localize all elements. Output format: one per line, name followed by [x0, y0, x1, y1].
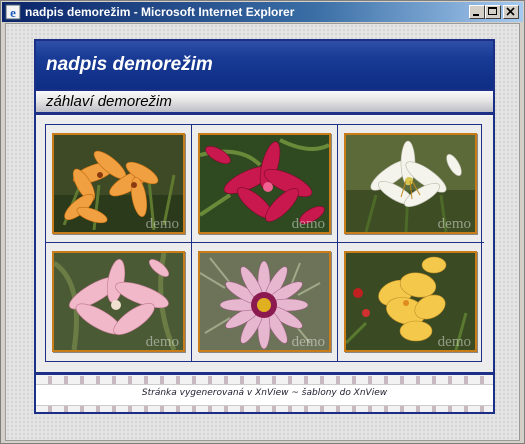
- footer-band: Stránka vygenerovaná v XnView ~ šablony …: [36, 384, 493, 406]
- svg-text:e: e: [10, 5, 16, 20]
- browser-window: e nadpis demorežim - Microsoft Internet …: [0, 0, 525, 444]
- window-title: nadpis demorežim - Microsoft Internet Ex…: [25, 5, 295, 19]
- internet-explorer-icon[interactable]: e: [5, 4, 21, 20]
- orange-lilies-image: demo: [54, 135, 183, 232]
- footer-text: Stránka vygenerovaná v XnView ~ šablony …: [141, 388, 388, 398]
- thumbnail-cell: demo: [192, 243, 338, 361]
- page-header: nadpis demorežim: [36, 41, 493, 89]
- close-icon: [506, 7, 515, 16]
- orange-lilies-thumbnail[interactable]: demo: [52, 133, 185, 234]
- watermark-text: demo: [146, 216, 179, 232]
- gazania-thumbnail[interactable]: demo: [198, 251, 331, 352]
- white-lily-thumbnail[interactable]: demo: [344, 133, 477, 234]
- page-subtitle: záhlaví demorežim: [46, 93, 172, 110]
- yellow-gladiolus-image: demo: [346, 253, 475, 350]
- yellow-gladiolus-thumbnail[interactable]: demo: [344, 251, 477, 352]
- thumbnail-cell: demo: [338, 125, 484, 243]
- gallery-page: nadpis demorežim záhlaví demorežim demo …: [34, 39, 495, 414]
- maximize-button[interactable]: [485, 5, 501, 19]
- white-lily-image: demo: [346, 135, 475, 232]
- thumbnail-grid: demo demo demo demo demo demo: [45, 124, 484, 362]
- page-subheader: záhlaví demorežim: [36, 89, 493, 115]
- title-bar[interactable]: e nadpis demorežim - Microsoft Internet …: [2, 2, 523, 22]
- page-viewport[interactable]: nadpis demorežim záhlaví demorežim demo …: [5, 23, 520, 441]
- pink-lily-thumbnail[interactable]: demo: [52, 251, 185, 352]
- red-lily-thumbnail[interactable]: demo: [198, 133, 331, 234]
- maximize-icon: [488, 7, 497, 15]
- thumbnail-area: demo demo demo demo demo demo: [36, 117, 493, 375]
- thumbnail-cell: demo: [46, 125, 192, 243]
- pink-lily-image: demo: [54, 253, 183, 350]
- page-title: nadpis demorežim: [46, 54, 213, 75]
- watermark-text: demo: [146, 334, 179, 350]
- thumbnail-cell: demo: [338, 243, 484, 361]
- close-button[interactable]: [503, 5, 519, 19]
- page-footer: Stránka vygenerovaná v XnView ~ šablony …: [36, 376, 493, 412]
- thumbnail-cell: demo: [192, 125, 338, 243]
- watermark-text: demo: [438, 334, 471, 350]
- gazania-image: demo: [200, 253, 329, 350]
- watermark-text: demo: [438, 216, 471, 232]
- watermark-text: demo: [292, 334, 325, 350]
- red-lily-image: demo: [200, 135, 329, 232]
- thumbnail-cell: demo: [46, 243, 192, 361]
- watermark-text: demo: [292, 216, 325, 232]
- minimize-icon: [473, 14, 479, 16]
- minimize-button[interactable]: [469, 5, 485, 19]
